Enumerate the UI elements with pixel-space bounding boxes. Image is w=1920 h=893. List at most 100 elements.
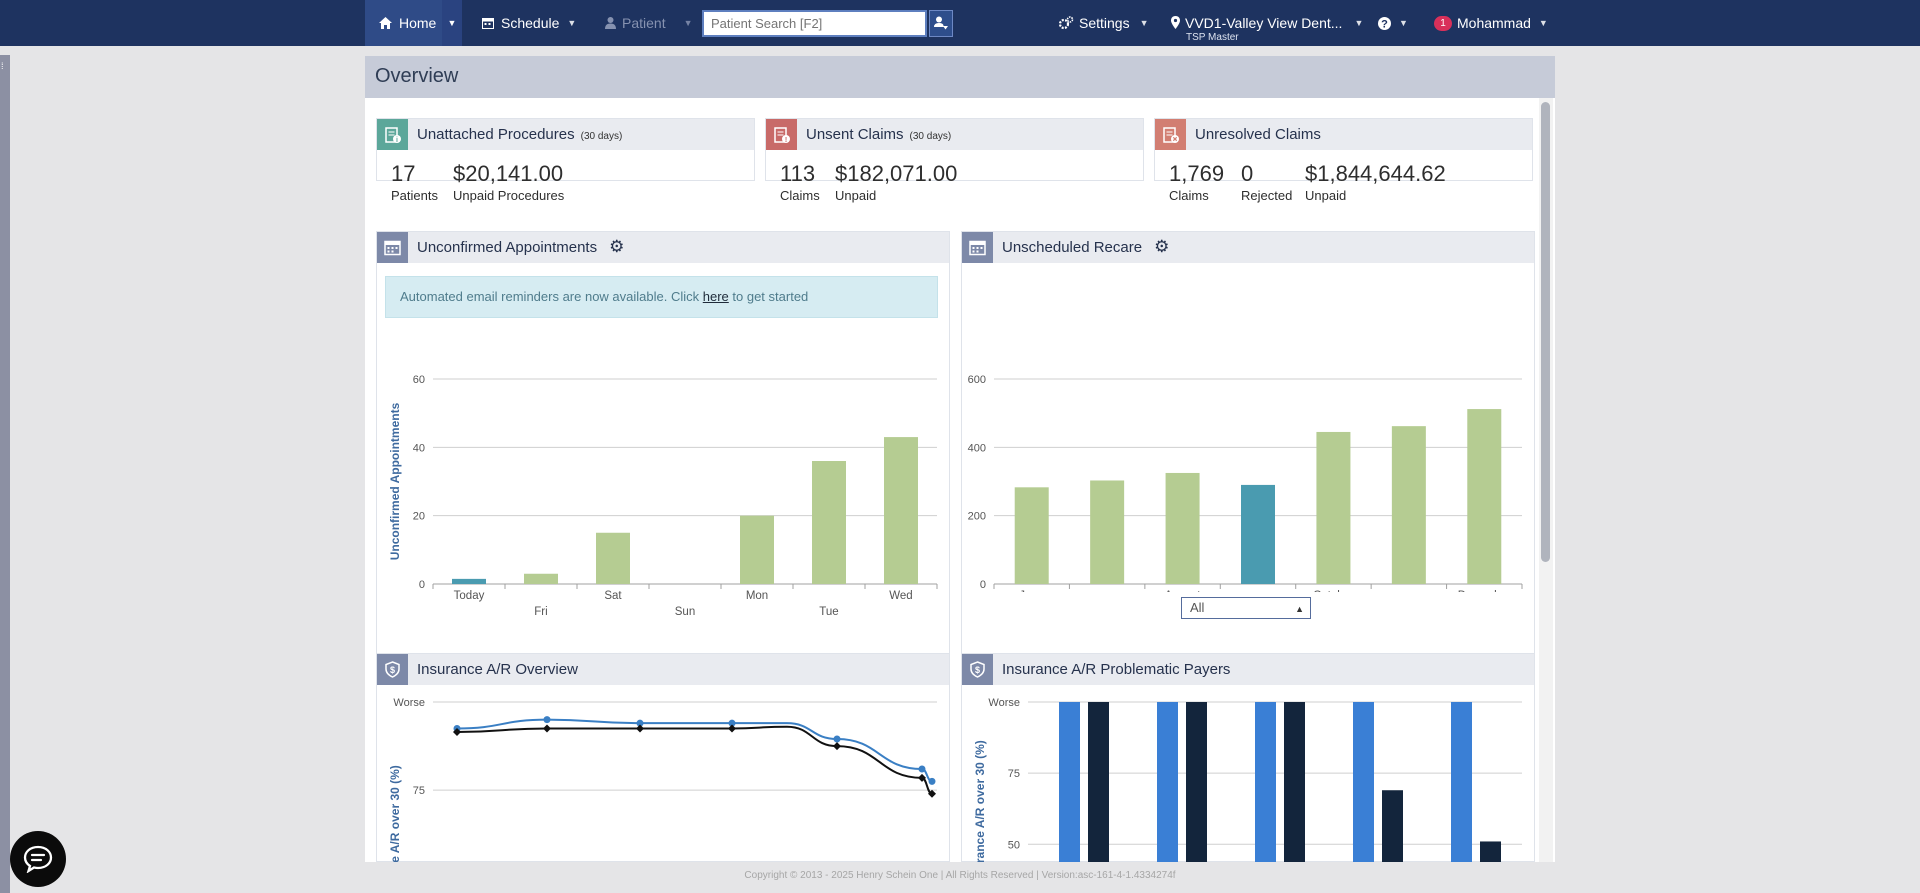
gear-icon[interactable]: ⚙ — [609, 238, 624, 255]
unscheduled-recare-chart: 0200400600JuneJulyAugustSeptemberOctober… — [968, 374, 1523, 592]
bar — [452, 578, 486, 584]
x-tick-label: August — [1165, 590, 1202, 592]
location-selector[interactable]: VVD1-Valley View Dent... ▼ TSP Master — [1171, 0, 1363, 46]
clipboard-x-icon — [1155, 119, 1186, 150]
x-tick-label: June — [1019, 590, 1044, 592]
bar — [1088, 702, 1109, 862]
insurance-ar-overview-card: $ Insurance A/R Overview Worse7550e A/R … — [376, 653, 950, 862]
stat-label: Rejected — [1241, 188, 1293, 203]
nav-settings[interactable]: Settings ▼ — [1058, 0, 1149, 46]
stat-value: 17 — [391, 161, 416, 186]
scrollbar-thumb[interactable] — [1541, 102, 1550, 562]
svg-text:$: $ — [390, 665, 395, 675]
left-collapse-strip[interactable]: ⁞ — [0, 55, 10, 893]
card-title: Unconfirmed Appointments ⚙ — [417, 238, 624, 256]
bar — [1480, 841, 1501, 862]
x-tick-label: Wed — [889, 590, 912, 602]
card-title: Insurance A/R Overview — [417, 661, 578, 678]
calendar-check-icon — [377, 232, 408, 263]
insurance-ar-problematic-payers-card: $ Insurance A/R Problematic Payers Worse… — [961, 653, 1535, 862]
x-tick-label: Today — [454, 590, 485, 602]
chat-button[interactable] — [10, 831, 66, 887]
unconfirmed-appointments-card: Unconfirmed Appointments ⚙ Automated emai… — [376, 231, 950, 689]
caret-down-icon: ▼ — [1139, 18, 1149, 28]
card-title-text: Unscheduled Recare — [1002, 239, 1143, 256]
map-marker-icon — [1171, 16, 1180, 29]
question-circle-icon: ? — [1378, 16, 1391, 30]
banner-text: Automated email reminders are now availa… — [400, 289, 703, 304]
nav-schedule[interactable]: Schedule ▼ — [482, 0, 576, 46]
caret-down-icon: ▼ — [1538, 18, 1548, 28]
y-tick-label: 50 — [1008, 839, 1020, 851]
gear-icon[interactable]: ⚙ — [1154, 238, 1169, 255]
stat-value: $182,071.00 — [835, 161, 958, 186]
nav-user[interactable]: 1 Mohammad ▼ — [1434, 0, 1548, 46]
unresolved-claims-card[interactable]: Unresolved Claims 1,769 Claims 0 Rejected … — [1154, 118, 1533, 203]
overview-header: Overview — [365, 56, 1555, 98]
unsent-claims-card[interactable]: ! Unsent Claims (30 days) 113 Claims $182,… — [765, 118, 1144, 203]
bar — [1451, 702, 1472, 862]
stat-unpaid-procedures: $20,141.00 Unpaid Procedures — [453, 161, 564, 203]
stat-value: 1,769 — [1169, 161, 1225, 186]
shield-dollar-icon: $ — [962, 654, 993, 685]
bar — [884, 437, 918, 584]
bar — [1165, 472, 1200, 584]
advanced-search-button[interactable] — [929, 10, 953, 37]
y-tick-label: Worse — [988, 697, 1020, 709]
stat-claims: 1,769 Claims — [1169, 161, 1224, 203]
nav-patient-label: Patient — [622, 15, 666, 31]
card-title-text: Unattached Procedures — [417, 126, 575, 143]
data-point — [543, 724, 551, 733]
notification-badge[interactable]: 1 — [1434, 15, 1452, 31]
bar — [524, 573, 558, 584]
user-icon — [605, 17, 616, 29]
nav-home-label: Home — [399, 15, 437, 31]
card-title: Insurance A/R Problematic Payers — [1002, 661, 1231, 678]
top-navbar: Home ▼ Schedule ▼ Patient ▼ Settings ▼ V… — [0, 0, 1920, 46]
card-header: Unconfirmed Appointments ⚙ — [377, 232, 949, 263]
bar — [1316, 431, 1351, 584]
unattached-procedures-card[interactable]: i Unattached Procedures (30 days) 17 Patie… — [376, 118, 755, 203]
series-line — [456, 725, 933, 795]
x-tick-label: October — [1313, 590, 1354, 592]
card-title: Unsent Claims (30 days) — [806, 126, 951, 143]
stat-label: Patients — [391, 188, 438, 203]
x-tick-label: Fri — [534, 606, 547, 618]
stat-value: 0 — [1241, 161, 1254, 186]
stat-unpaid: $1,844,644.62 Unpaid — [1305, 161, 1446, 203]
recare-filter-select[interactable]: All ▲ — [1181, 597, 1311, 619]
bar — [1157, 702, 1178, 862]
calendar-icon — [962, 232, 993, 263]
card-title: Unresolved Claims — [1195, 126, 1321, 143]
card-header: i Unattached Procedures (30 days) — [377, 119, 754, 150]
home-dropdown-toggle[interactable]: ▼ — [442, 0, 462, 46]
banner-link[interactable]: here — [703, 289, 729, 304]
stat-value: $20,141.00 — [453, 161, 564, 186]
x-tick-label: December — [1458, 590, 1511, 592]
y-tick-label: 40 — [413, 442, 425, 454]
bar — [1241, 484, 1275, 584]
patient-search-input[interactable] — [702, 10, 927, 37]
bar — [1382, 790, 1403, 862]
overview-panel: Overview i Unattached Procedures (30 days… — [365, 56, 1555, 862]
caret-down-icon: ▼ — [447, 18, 457, 28]
data-point — [543, 716, 551, 724]
y-tick-label: 60 — [413, 374, 425, 386]
expand-icon[interactable]: ⁞ — [1, 61, 4, 71]
nav-help[interactable]: ? ▼ — [1378, 0, 1408, 46]
bar — [1014, 487, 1049, 584]
bar — [1255, 702, 1276, 862]
nav-home[interactable]: Home — [365, 0, 442, 46]
x-tick-label: Sun — [675, 606, 695, 618]
nav-patient[interactable]: Patient ▼ — [605, 0, 693, 46]
card-period: (30 days) — [580, 131, 623, 142]
stat-label: Unpaid Procedures — [453, 188, 565, 203]
stat-value: 113 — [780, 161, 816, 186]
y-tick-label: 600 — [968, 374, 986, 386]
home-icon — [379, 17, 392, 29]
card-header: $ Insurance A/R Problematic Payers — [962, 654, 1534, 685]
stat-label: Unpaid — [835, 188, 877, 203]
data-point — [833, 735, 841, 743]
svg-text:?: ? — [1381, 18, 1388, 30]
bar — [1186, 702, 1207, 862]
